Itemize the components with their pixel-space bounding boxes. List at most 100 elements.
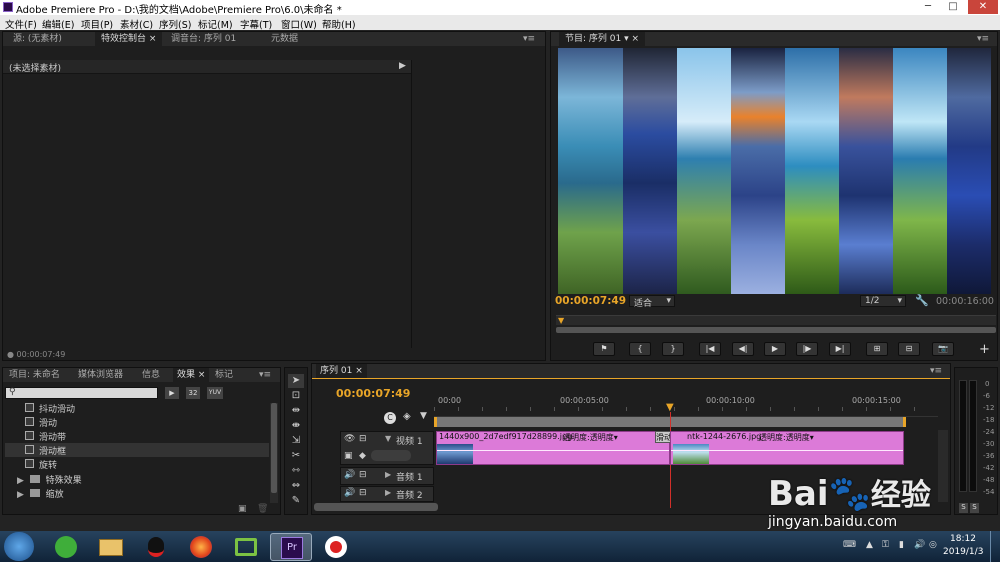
menu-project[interactable]: 项目(P) bbox=[81, 17, 113, 31]
mark-out-button[interactable]: } bbox=[662, 342, 684, 356]
ripple-edit-tool-icon[interactable]: ⇹ bbox=[288, 404, 304, 418]
solo-right-button[interactable]: S bbox=[970, 503, 979, 513]
video-clip-2[interactable]: ntk-1244-2676.jpg 透明度:透明度▾ bbox=[670, 431, 904, 465]
timeline-timecode[interactable]: 00:00:07:49 bbox=[336, 387, 410, 400]
rolling-edit-tool-icon[interactable]: ⇼ bbox=[288, 419, 304, 433]
menu-window[interactable]: 窗口(W) bbox=[281, 17, 317, 31]
minimize-button[interactable]: ─ bbox=[916, 0, 940, 14]
folder-special-effects[interactable]: ▶ 特殊效果 bbox=[17, 473, 82, 486]
network-icon[interactable]: ▮ bbox=[899, 540, 904, 550]
tab-sequence[interactable]: 序列 01 × bbox=[316, 364, 367, 378]
tab-project[interactable]: 项目: 未命名 bbox=[9, 368, 60, 382]
menu-marker[interactable]: 标记(M) bbox=[198, 17, 233, 31]
clock-date[interactable]: 2019/1/3 bbox=[943, 547, 983, 557]
mark-in-button[interactable]: { bbox=[629, 342, 651, 356]
pen-tool-icon[interactable]: ✎ bbox=[288, 494, 304, 508]
tab-source[interactable]: 源: (无素材) bbox=[13, 32, 62, 46]
device-icon[interactable]: ⚿ bbox=[882, 540, 889, 550]
show-desktop-button[interactable] bbox=[990, 531, 1000, 562]
tab-metadata[interactable]: 元数据 bbox=[271, 32, 298, 46]
sync-lock-icon[interactable]: ⊟ bbox=[359, 470, 367, 480]
keyboard-icon[interactable]: ⌨ bbox=[843, 540, 856, 550]
export-frame-button[interactable]: 📷 bbox=[932, 342, 954, 356]
tab-audio-mixer[interactable]: 调音台: 序列 01 bbox=[171, 32, 236, 46]
list-item[interactable]: 滑动带 bbox=[25, 430, 66, 443]
program-scrub-bar[interactable]: ▼ bbox=[556, 315, 996, 325]
lift-button[interactable]: ⊞ bbox=[866, 342, 888, 356]
new-bin-icon[interactable]: ▣ bbox=[238, 504, 247, 514]
list-item-selected[interactable]: 滑动框 bbox=[25, 444, 66, 457]
taskbar-premiere-icon[interactable]: Pr bbox=[270, 533, 312, 561]
program-menu-icon[interactable]: ▾≡ bbox=[977, 32, 989, 46]
list-item[interactable]: 滑动 bbox=[25, 416, 57, 429]
time-ruler[interactable]: 00:00 00:00:05:00 00:00:10:00 00:00:15:0… bbox=[434, 395, 938, 417]
go-to-out-button[interactable]: ▶| bbox=[829, 342, 851, 356]
display-style-icon[interactable]: ▣ bbox=[344, 451, 353, 461]
yuv-effects-badge[interactable]: YUV bbox=[207, 387, 223, 399]
sync-lock-icon[interactable]: ⊟ bbox=[359, 434, 367, 444]
menu-sequence[interactable]: 序列(S) bbox=[159, 17, 191, 31]
step-back-button[interactable]: ◀| bbox=[732, 342, 754, 356]
keyframe-icon[interactable]: ◆ bbox=[359, 451, 366, 461]
menu-clip[interactable]: 素材(C) bbox=[120, 17, 153, 31]
taskbar-app-360-icon[interactable] bbox=[45, 533, 87, 561]
panel-menu-icon[interactable]: ▾≡ bbox=[523, 32, 535, 46]
taskbar-recorder-icon[interactable] bbox=[315, 533, 357, 561]
timeline-hscroll-thumb[interactable] bbox=[314, 503, 438, 511]
selection-tool-icon[interactable]: ➤ bbox=[288, 374, 304, 388]
fit-dropdown[interactable]: 适合 ▾ bbox=[629, 295, 675, 309]
delete-icon[interactable]: 🗑 bbox=[257, 504, 268, 514]
close-button[interactable]: ✕ bbox=[968, 0, 998, 14]
snap-icon[interactable]: C bbox=[384, 412, 396, 424]
sync-lock-icon[interactable]: ⊟ bbox=[359, 488, 367, 498]
timeline-menu-icon[interactable]: ▾≡ bbox=[930, 364, 942, 378]
speaker-icon[interactable]: 🔊 bbox=[344, 470, 355, 480]
video-clip-1[interactable]: 1440x900_2d7edf917d28899.jpg 透明度:透明度▾ bbox=[436, 431, 670, 465]
taskbar-explorer-icon[interactable] bbox=[90, 533, 132, 561]
clock-time[interactable]: 18:12 bbox=[950, 534, 976, 544]
taskbar-qq-icon[interactable] bbox=[135, 533, 177, 561]
add-marker-button[interactable]: ⚑ bbox=[593, 342, 615, 356]
maximize-button[interactable]: □ bbox=[941, 0, 965, 14]
slide-tool-icon[interactable]: ⇔ bbox=[288, 479, 304, 493]
tab-program[interactable]: 节目: 序列 01 ▾ × bbox=[559, 32, 645, 46]
playhead-marker-icon[interactable]: ▼ bbox=[558, 316, 564, 325]
slip-tool-icon[interactable]: ⇿ bbox=[288, 464, 304, 478]
go-to-in-button[interactable]: |◀ bbox=[699, 342, 721, 356]
folder-zoom[interactable]: ▶ 缩放 bbox=[17, 487, 64, 500]
menu-edit[interactable]: 编辑(E) bbox=[42, 17, 74, 31]
solo-left-button[interactable]: S bbox=[959, 503, 968, 513]
scroll-thumb[interactable] bbox=[271, 403, 277, 493]
tab-info[interactable]: 信息 bbox=[142, 368, 160, 382]
track-select-tool-icon[interactable]: ⊡ bbox=[288, 389, 304, 403]
volume-icon[interactable]: 🔊 bbox=[914, 540, 925, 550]
taskbar-camtasia-icon[interactable] bbox=[225, 533, 267, 561]
program-zoom-bar[interactable] bbox=[556, 327, 996, 333]
collapse-arrow-icon[interactable]: ▼ bbox=[385, 434, 391, 443]
rate-stretch-tool-icon[interactable]: ⇲ bbox=[288, 434, 304, 448]
taskbar-firefox-icon[interactable] bbox=[180, 533, 222, 561]
menu-file[interactable]: 文件(F) bbox=[5, 17, 37, 31]
effects-search-input[interactable]: ⚲ bbox=[5, 387, 158, 399]
antivirus-icon[interactable]: ◎ bbox=[929, 540, 937, 550]
program-timecode[interactable]: 00:00:07:49 bbox=[555, 295, 626, 307]
list-item[interactable]: 旋转 bbox=[25, 458, 57, 471]
expand-arrow-icon[interactable]: ▶ bbox=[399, 61, 406, 71]
tab-effect-controls[interactable]: 特效控制台 × bbox=[95, 32, 163, 46]
speaker-icon[interactable]: 🔊 bbox=[344, 488, 355, 498]
add-button[interactable]: + bbox=[979, 342, 990, 357]
tab-markers[interactable]: 标记 bbox=[215, 368, 233, 382]
effects-menu-icon[interactable]: ▾≡ bbox=[259, 368, 271, 382]
menu-help[interactable]: 帮助(H) bbox=[322, 17, 356, 31]
add-marker-icon[interactable]: ▼ bbox=[420, 411, 427, 421]
tab-effects[interactable]: 效果 × bbox=[173, 368, 210, 382]
razor-tool-icon[interactable]: ✂ bbox=[288, 449, 304, 463]
extract-button[interactable]: ⊟ bbox=[898, 342, 920, 356]
step-forward-button[interactable]: |▶ bbox=[796, 342, 818, 356]
start-button[interactable] bbox=[4, 532, 34, 561]
32bit-effects-badge[interactable]: 32 bbox=[186, 387, 200, 399]
wrench-icon[interactable]: 🔧 bbox=[915, 294, 929, 307]
effects-scrollbar[interactable] bbox=[270, 403, 278, 503]
play-button[interactable]: ▶ bbox=[764, 342, 786, 356]
keyframe-nav[interactable] bbox=[371, 450, 411, 461]
